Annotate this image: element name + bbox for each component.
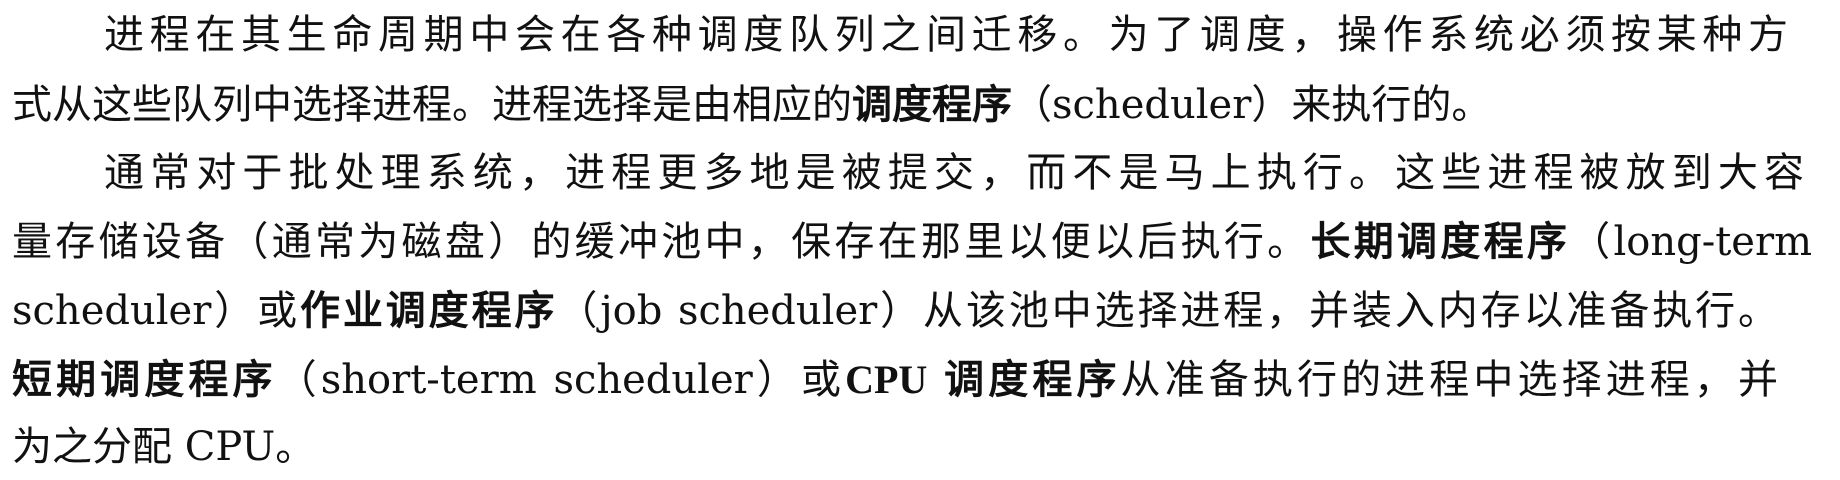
text-run: （long-term [1570,219,1813,265]
text-run: （short-term scheduler）或 [276,357,846,403]
term-job-scheduler: 作业调度程序 [300,288,558,334]
term-cpu-scheduler: 调度程序 [944,357,1121,403]
term-scheduler: 调度程序 [852,82,1012,128]
paragraph-1-line-2: 式从这些队列中选择进程。进程选择是由相应的调度程序（scheduler）来执行的… [12,72,1491,138]
paragraph-2-line-2: 量存储设备（通常为磁盘）的缓冲池中，保存在那里以便以后执行。长期调度程序（lon… [12,209,1812,275]
term-cpu: CPU [845,357,928,402]
text-run: 量存储设备（通常为磁盘）的缓冲池中，保存在那里以便以后执行。 [12,219,1311,265]
text-run: 式从这些队列中选择进程。进程选择是由相应的 [12,82,852,128]
text-run: 进程在其生命周期中会在各种调度队列之间迁移。为了调度，操作系统必须按某种方 [104,12,1788,58]
text-run: 为之分配 CPU。 [12,424,316,470]
paragraph-2-line-3: scheduler）或作业调度程序（job scheduler）从该池中选择进程… [12,278,1778,344]
paragraph-2-line-1: 通常对于批处理系统，进程更多地是被提交，而不是马上执行。这些进程被放到大容 [104,140,1804,206]
text-run: （job scheduler）从该池中选择进程，并装入内存以准备执行。 [557,288,1778,334]
text-run: （scheduler）来执行的。 [1012,82,1492,128]
term-short-term-scheduler: 短期调度程序 [12,357,277,403]
paragraph-1-line-1: 进程在其生命周期中会在各种调度队列之间迁移。为了调度，操作系统必须按某种方 [104,2,1788,68]
text-run: scheduler）或 [12,288,300,334]
text-run: 从准备执行的进程中选择进程，并 [1120,357,1779,403]
term-long-term-scheduler: 长期调度程序 [1310,219,1571,265]
text-run: 通常对于批处理系统，进程更多地是被提交，而不是马上执行。这些进程被放到大容 [104,150,1804,196]
paragraph-2-line-5: 为之分配 CPU。 [12,414,315,480]
paragraph-2-line-4: 短期调度程序（short-term scheduler）或CPU 调度程序从准备… [12,347,1778,413]
